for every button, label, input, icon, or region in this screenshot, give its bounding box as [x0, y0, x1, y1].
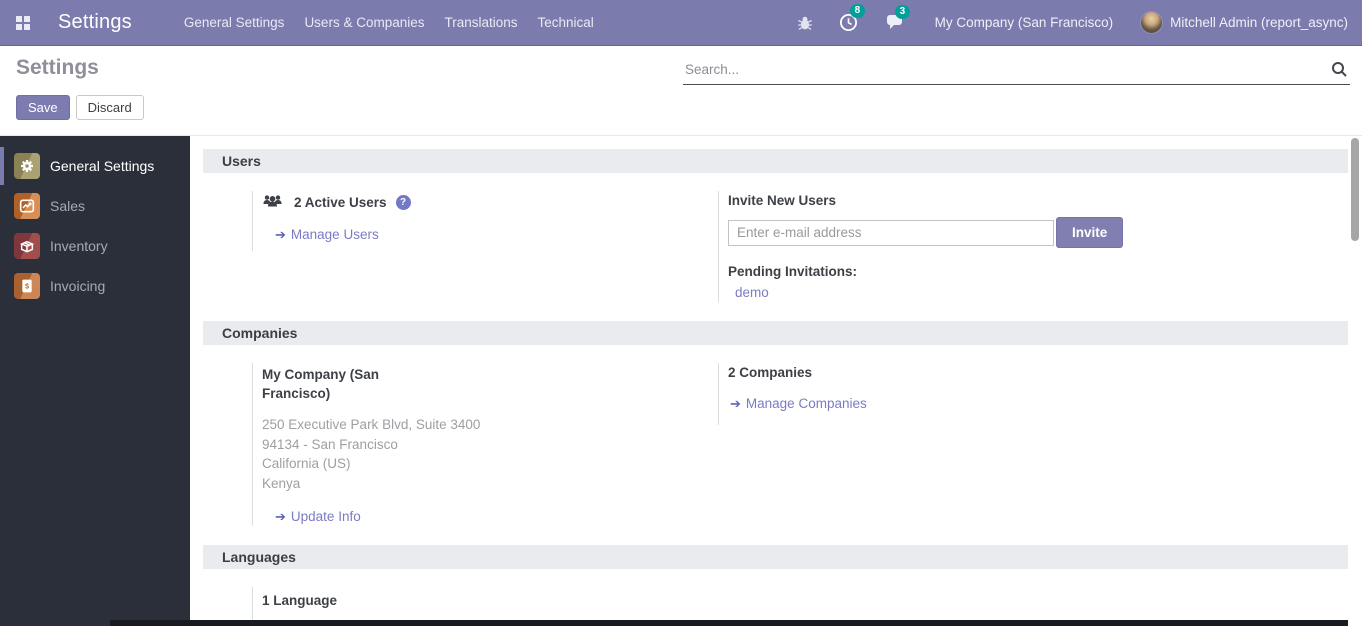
- horizontal-scrollbar[interactable]: [110, 620, 1348, 626]
- debug-bug-icon[interactable]: [797, 15, 813, 31]
- section-languages: Languages 1 Language: [190, 545, 1362, 626]
- company-name: My Company (San Francisco): [262, 365, 420, 403]
- search-icon[interactable]: [1331, 61, 1348, 78]
- app-name[interactable]: Settings: [58, 11, 132, 34]
- manage-companies-link[interactable]: ➔ Manage Companies: [730, 396, 1188, 411]
- settings-sidebar: General Settings Sales Inventory $ Invoi…: [0, 136, 190, 626]
- invite-email-input[interactable]: [728, 220, 1054, 246]
- content-area: General Settings Sales Inventory $ Invoi…: [0, 135, 1362, 626]
- search-input[interactable]: [683, 61, 1331, 78]
- save-button[interactable]: Save: [16, 95, 70, 120]
- messages-chat-icon[interactable]: 3: [884, 14, 905, 31]
- arrow-right-icon: ➔: [275, 228, 286, 241]
- sidebar-item-invoicing[interactable]: $ Invoicing: [0, 266, 190, 306]
- invite-new-users-title: Invite New Users: [728, 193, 1188, 208]
- users-group-icon: [262, 193, 283, 212]
- invoice-icon: $: [14, 273, 40, 299]
- form-buttons: Save Discard: [16, 95, 144, 120]
- section-header-companies: Companies: [203, 321, 1348, 345]
- search-bar: [683, 55, 1350, 85]
- current-company-block: My Company (San Francisco) 250 Executive…: [252, 363, 718, 526]
- company-address: 250 Executive Park Blvd, Suite 3400 9413…: [262, 415, 718, 493]
- chart-icon: [14, 193, 40, 219]
- menu-technical[interactable]: Technical: [528, 2, 604, 43]
- user-menu[interactable]: Mitchell Admin (report_async): [1170, 15, 1348, 30]
- invite-button[interactable]: Invite: [1056, 217, 1123, 248]
- address-line: 250 Executive Park Blvd, Suite 3400: [262, 415, 718, 435]
- control-panel: Settings Save Discard: [0, 46, 1362, 135]
- settings-panel: Users 2 Active Users ?: [190, 136, 1362, 626]
- section-header-languages: Languages: [203, 545, 1348, 569]
- address-line: California (US): [262, 454, 718, 474]
- update-info-link[interactable]: ➔ Update Info: [275, 509, 718, 524]
- help-icon[interactable]: ?: [396, 195, 411, 210]
- sidebar-item-label: Inventory: [50, 238, 108, 254]
- sidebar-item-label: Sales: [50, 198, 85, 214]
- active-users-count: 2 Active Users: [294, 195, 387, 210]
- sidebar-item-label: General Settings: [50, 158, 154, 174]
- section-title: Companies: [222, 325, 297, 341]
- menu-translations[interactable]: Translations: [434, 2, 527, 43]
- sidebar-item-inventory[interactable]: Inventory: [0, 226, 190, 266]
- pending-invitation-link[interactable]: demo: [735, 285, 769, 300]
- companies-section-body: My Company (San Francisco) 250 Executive…: [190, 363, 1362, 526]
- arrow-right-icon: ➔: [730, 397, 741, 410]
- address-line: 94134 - San Francisco: [262, 435, 718, 455]
- active-users-block: 2 Active Users ? ➔ Manage Users: [252, 191, 718, 251]
- invite-users-block: Invite New Users Invite Pending Invitati…: [718, 191, 1188, 302]
- user-avatar[interactable]: [1140, 11, 1163, 34]
- svg-text:$: $: [25, 281, 29, 290]
- company-switcher[interactable]: My Company (San Francisco): [935, 15, 1114, 30]
- top-navbar: Settings General Settings Users & Compan…: [0, 0, 1362, 46]
- page-title: Settings: [16, 56, 99, 80]
- section-companies: Companies My Company (San Francisco) 250…: [190, 321, 1362, 526]
- manage-users-link[interactable]: ➔ Manage Users: [275, 227, 718, 242]
- sidebar-item-general-settings[interactable]: General Settings: [0, 146, 190, 186]
- navbar-right: 8 3 My Company (San Francisco) Mitchell …: [771, 11, 1348, 34]
- section-users: Users 2 Active Users ?: [190, 149, 1362, 302]
- users-section-body: 2 Active Users ? ➔ Manage Users Invite N…: [190, 191, 1362, 302]
- main-menu: General Settings Users & Companies Trans…: [174, 2, 604, 43]
- menu-users-companies[interactable]: Users & Companies: [294, 2, 434, 43]
- activities-count-badge: 8: [850, 4, 866, 18]
- sidebar-item-label: Invoicing: [50, 278, 105, 294]
- companies-count-block: 2 Companies ➔ Manage Companies: [718, 363, 1188, 425]
- messages-count-badge: 3: [895, 5, 911, 19]
- activities-clock-icon[interactable]: 8: [839, 13, 858, 32]
- sidebar-item-sales[interactable]: Sales: [0, 186, 190, 226]
- vertical-scrollbar-thumb[interactable]: [1351, 138, 1359, 241]
- section-header-users: Users: [203, 149, 1348, 173]
- discard-button[interactable]: Discard: [76, 95, 144, 120]
- pending-invitations-title: Pending Invitations:: [728, 264, 1188, 279]
- section-title: Languages: [222, 549, 296, 565]
- arrow-right-icon: ➔: [275, 510, 286, 523]
- gear-icon: [14, 153, 40, 179]
- address-line: Kenya: [262, 474, 718, 494]
- section-title: Users: [222, 153, 261, 169]
- apps-grid-icon: [16, 16, 30, 30]
- apps-menu-button[interactable]: [8, 8, 38, 38]
- companies-count: 2 Companies: [728, 365, 1188, 380]
- box-icon: [14, 233, 40, 259]
- menu-general-settings[interactable]: General Settings: [174, 2, 295, 43]
- languages-count: 1 Language: [262, 593, 718, 608]
